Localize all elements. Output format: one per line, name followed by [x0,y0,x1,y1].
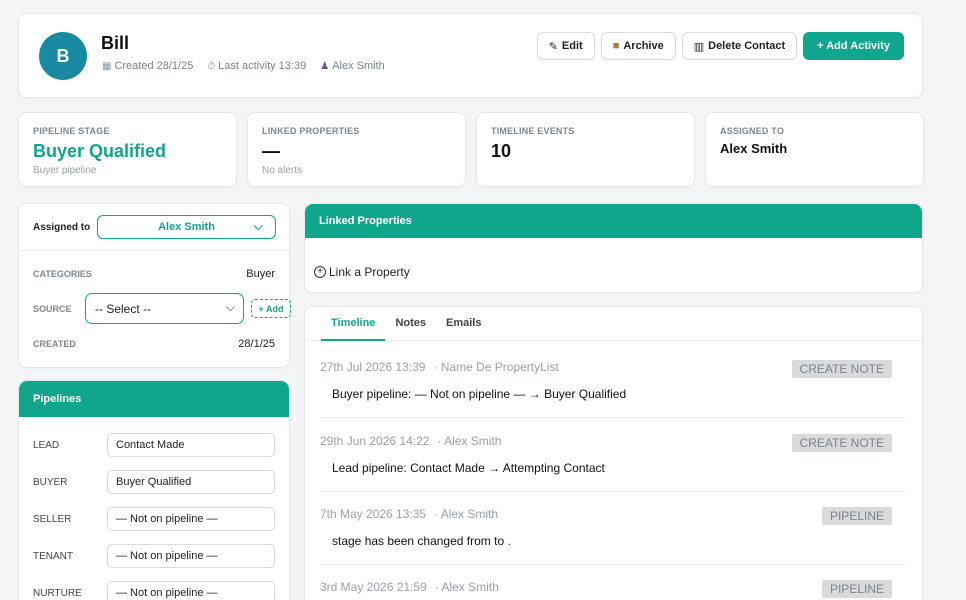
tab-timeline[interactable]: Timeline [321,307,386,341]
delete-contact-button[interactable]: ▥ Delete Contact [681,32,798,60]
contact-meta: ▦ Created 28/1/25 ⏱ Last activity 13:39 ♟ A… [102,60,385,72]
chevron-down-icon: ⌵ [225,300,235,314]
timeline-event: 7th May 2026 13:35 · Alex Smith PIPELINE … [320,507,907,548]
tab-emails[interactable]: Emails [436,307,491,341]
pipeline-row-lead: LEAD Contact Made [33,433,275,457]
linked-properties-panel: Linked Properties + Link a Property [304,203,923,293]
avatar: B [39,32,87,80]
timeline-panel: Timeline Notes Emails 27th Jul 2026 13:3… [304,306,923,600]
add-source-button[interactable]: + Add [251,299,291,318]
pipeline-select[interactable]: — Not on pipeline — [107,581,275,600]
event-type-badge: CREATE NOTE [791,360,892,378]
pipeline-select[interactable]: Buyer Qualified [107,470,275,494]
pipeline-select[interactable]: — Not on pipeline — [107,507,275,531]
pipeline-row-nurture: NURTURE — Not on pipeline — [33,581,275,600]
pipeline-row-buyer: BUYER Buyer Qualified [33,470,275,494]
timeline-event: 3rd May 2026 21:59 · Alex Smith PIPELINE [320,580,907,598]
pipeline-select[interactable]: — Not on pipeline — [107,544,275,568]
pipeline-select[interactable]: Contact Made [107,433,275,457]
edit-button[interactable]: ✎ Edit [536,32,595,60]
box-icon: ■ [612,40,620,52]
stat-value: Alex Smith [720,141,788,156]
source-label: SOURCE [33,304,72,314]
header-actions: ✎ Edit ■ Archive ▥ Delete Contact + Add Act… [536,32,904,60]
stat-pipeline-stage: PIPELINE STAGE Buyer Qualified Buyer pip… [18,112,237,187]
created-text: Created 28/1/25 [114,60,194,72]
stat-value: — [262,141,280,161]
clock-icon: ⏱ [207,60,216,72]
plus-circle-icon: + [314,266,326,278]
pipeline-row-tenant: TENANT — Not on pipeline — [33,544,275,568]
categories-value: Buyer [246,268,275,280]
user-icon: ♟ [320,60,330,72]
link-property-button[interactable]: + Link a Property [314,265,410,279]
stat-value: 10 [491,141,512,161]
calendar-icon: ▦ [102,60,112,72]
contact-name: Bill [101,33,130,53]
tab-notes[interactable]: Notes [385,307,436,341]
source-select[interactable]: -- Select -- ⌵ [85,293,244,324]
archive-button[interactable]: ■ Archive [600,32,676,60]
stat-value: Buyer Qualified [33,141,167,161]
owner-text: Alex Smith [332,60,385,72]
stat-assigned-to: ASSIGNED TO Alex Smith [705,112,924,187]
categories-label: CATEGORIES [33,269,92,279]
pipeline-row-seller: SELLER — Not on pipeline — [33,507,275,531]
timeline-event: 29th Jun 2026 14:22 · Alex Smith CREATE N… [320,434,907,475]
last-activity-text: Last activity 13:39 [218,60,307,72]
stat-linked-properties: LINKED PROPERTIES — No alerts [247,112,466,187]
trash-icon: ▥ [693,40,705,53]
timeline-event: 27th Jul 2026 13:39 · Name De PropertyLis… [320,360,907,401]
stat-timeline-events: TIMELINE EVENTS 10 [476,112,695,187]
timeline-tabs: Timeline Notes Emails [305,307,922,341]
pipelines-title: Pipelines [19,381,289,417]
assigned-to-select[interactable]: Alex Smith ⌵ [97,215,276,239]
add-activity-button[interactable]: + Add Activity [803,32,904,60]
created-value: 28/1/25 [238,338,275,350]
event-type-badge: CREATE NOTE [791,434,892,452]
contact-header: B Bill ▦ Created 28/1/25 ⏱ Last activity 1… [18,13,923,98]
chevron-down-icon: ⌵ [253,219,263,233]
event-type-badge: PIPELINE [821,507,892,525]
pipelines-panel: Pipelines LEAD Contact Made BUYER Buyer … [18,380,290,600]
pencil-icon: ✎ [548,40,558,53]
event-type-badge: PIPELINE [821,580,892,598]
assigned-label: Assigned to [33,222,91,233]
created-label: CREATED [33,339,76,349]
contact-details: Assigned to Alex Smith ⌵ CATEGORIES Buye… [18,203,291,368]
linked-properties-title: Linked Properties [305,204,922,238]
